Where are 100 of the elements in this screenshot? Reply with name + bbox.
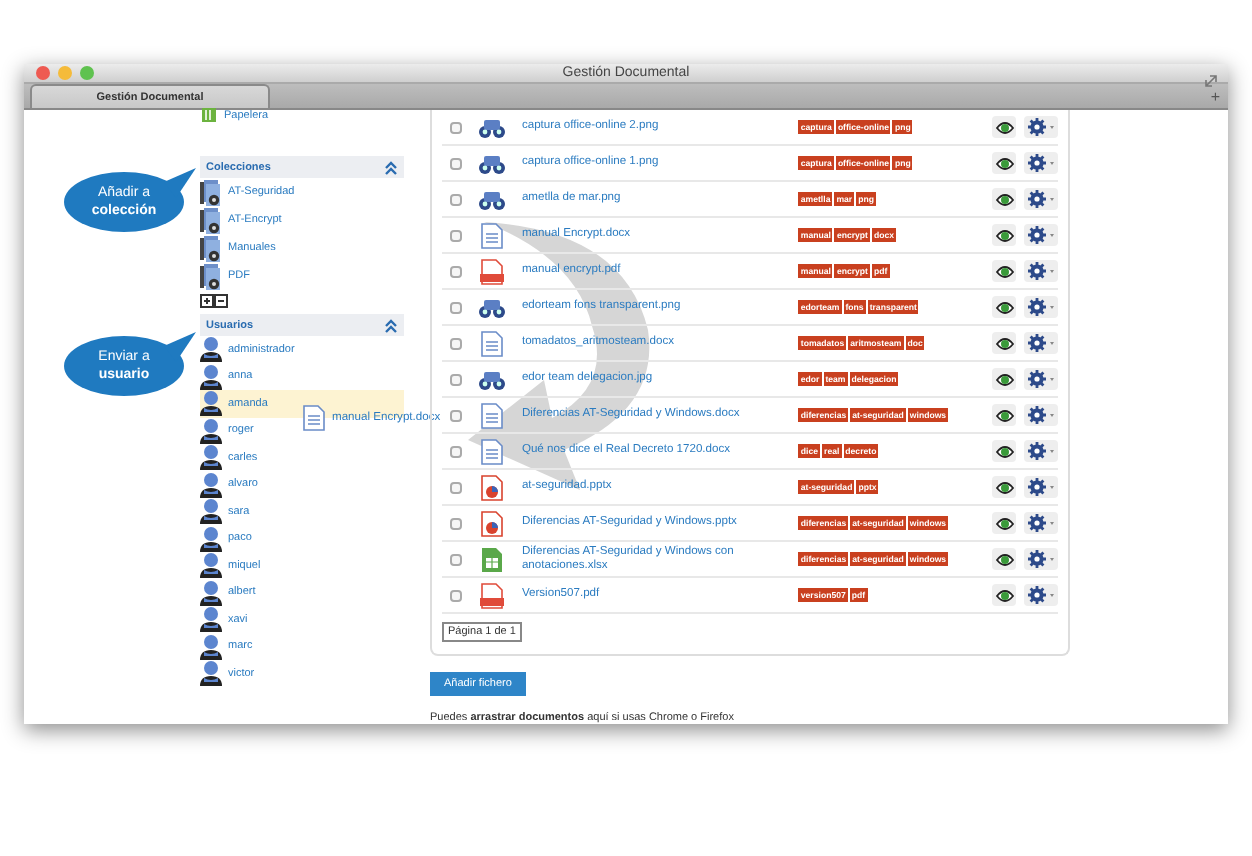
checkbox[interactable]	[450, 157, 462, 169]
checkbox[interactable]	[450, 553, 462, 565]
gear-icon	[1027, 514, 1056, 532]
collection-icon	[200, 179, 222, 205]
settings-menu-button[interactable]	[1024, 296, 1058, 318]
user-icon	[200, 471, 222, 498]
gear-icon	[1027, 370, 1056, 388]
eye-icon	[995, 551, 1014, 567]
gear-icon	[1027, 550, 1056, 568]
user-icon	[200, 552, 222, 579]
checkbox[interactable]	[450, 373, 462, 385]
trash-icon	[200, 106, 218, 124]
view-button[interactable]	[992, 260, 1017, 282]
view-button[interactable]	[992, 476, 1017, 498]
settings-menu-button[interactable]	[1024, 476, 1058, 498]
view-button[interactable]	[992, 116, 1017, 138]
view-button[interactable]	[992, 440, 1017, 462]
checkbox[interactable]	[450, 445, 462, 457]
view-button[interactable]	[992, 404, 1017, 426]
document-icon	[300, 404, 328, 432]
view-button[interactable]	[992, 152, 1017, 174]
checkbox[interactable]	[450, 121, 462, 133]
gear-icon	[1027, 406, 1056, 424]
document-icon	[477, 401, 506, 429]
user-icon	[200, 498, 222, 525]
checkbox[interactable]	[450, 229, 462, 241]
settings-menu-button[interactable]	[1024, 404, 1058, 426]
view-button[interactable]	[992, 548, 1017, 570]
eye-icon	[995, 335, 1014, 351]
document-icon	[477, 329, 506, 357]
view-button[interactable]	[992, 332, 1017, 354]
collapse-icon[interactable]	[384, 317, 398, 333]
checkbox[interactable]	[450, 409, 462, 421]
user-icon	[200, 417, 222, 444]
user-icon	[200, 390, 222, 417]
settings-menu-button[interactable]	[1024, 584, 1058, 606]
user-icon	[200, 579, 222, 606]
checkbox[interactable]	[450, 589, 462, 601]
settings-menu-button[interactable]	[1024, 368, 1058, 390]
collapse-icon[interactable]	[384, 159, 398, 175]
gear-icon	[1027, 442, 1056, 460]
gear-icon	[1027, 190, 1056, 208]
settings-menu-button[interactable]	[1024, 260, 1058, 282]
checkbox[interactable]	[450, 265, 462, 277]
checkbox[interactable]	[450, 193, 462, 205]
user-icon	[200, 363, 222, 390]
eye-icon	[995, 299, 1014, 315]
gear-icon	[1027, 118, 1056, 136]
gear-icon	[1027, 586, 1056, 604]
eye-icon	[995, 587, 1014, 603]
eye-icon	[995, 263, 1014, 279]
eye-icon	[995, 479, 1014, 495]
checkbox[interactable]	[450, 337, 462, 349]
expand-collapse-icon[interactable]	[200, 294, 228, 308]
user-icon	[200, 444, 222, 471]
settings-menu-button[interactable]	[1024, 548, 1058, 570]
collection-icon	[200, 263, 222, 289]
gear-icon	[1027, 226, 1056, 244]
user-icon	[200, 606, 222, 633]
document-icon	[477, 221, 506, 249]
checkbox[interactable]	[450, 301, 462, 313]
settings-menu-button[interactable]	[1024, 512, 1058, 534]
eye-icon	[995, 515, 1014, 531]
user-icon	[200, 525, 222, 552]
gear-icon	[1027, 334, 1056, 352]
eye-icon	[995, 155, 1014, 171]
settings-menu-button[interactable]	[1024, 116, 1058, 138]
eye-icon	[995, 227, 1014, 243]
close-button[interactable]	[36, 66, 50, 80]
settings-menu-button[interactable]	[1024, 224, 1058, 246]
presentation-file-icon	[477, 473, 506, 501]
checkbox[interactable]	[450, 517, 462, 529]
eye-icon	[995, 443, 1014, 459]
view-button[interactable]	[992, 368, 1017, 390]
gear-icon	[1027, 262, 1056, 280]
new-tab-button[interactable]: +	[1210, 87, 1220, 105]
user-icon	[200, 336, 222, 363]
fullscreen-icon[interactable]	[1204, 74, 1218, 88]
eye-icon	[995, 119, 1014, 135]
settings-menu-button[interactable]	[1024, 440, 1058, 462]
checkbox[interactable]	[450, 481, 462, 493]
view-button[interactable]	[992, 188, 1017, 210]
collection-icon	[200, 207, 222, 233]
document-icon	[477, 437, 506, 465]
spreadsheet-icon	[477, 545, 506, 573]
view-button[interactable]	[992, 512, 1017, 534]
gear-icon	[1027, 298, 1056, 316]
presentation-file-icon	[477, 509, 506, 537]
eye-icon	[995, 191, 1014, 207]
settings-menu-button[interactable]	[1024, 332, 1058, 354]
view-button[interactable]	[992, 584, 1017, 606]
settings-menu-button[interactable]	[1024, 152, 1058, 174]
pdf-file-icon	[477, 257, 506, 285]
callout-bubble	[64, 332, 196, 396]
collection-icon	[200, 235, 222, 261]
pdf-file-icon	[477, 581, 506, 609]
view-button[interactable]	[992, 296, 1017, 318]
eye-icon	[995, 407, 1014, 423]
settings-menu-button[interactable]	[1024, 188, 1058, 210]
view-button[interactable]	[992, 224, 1017, 246]
